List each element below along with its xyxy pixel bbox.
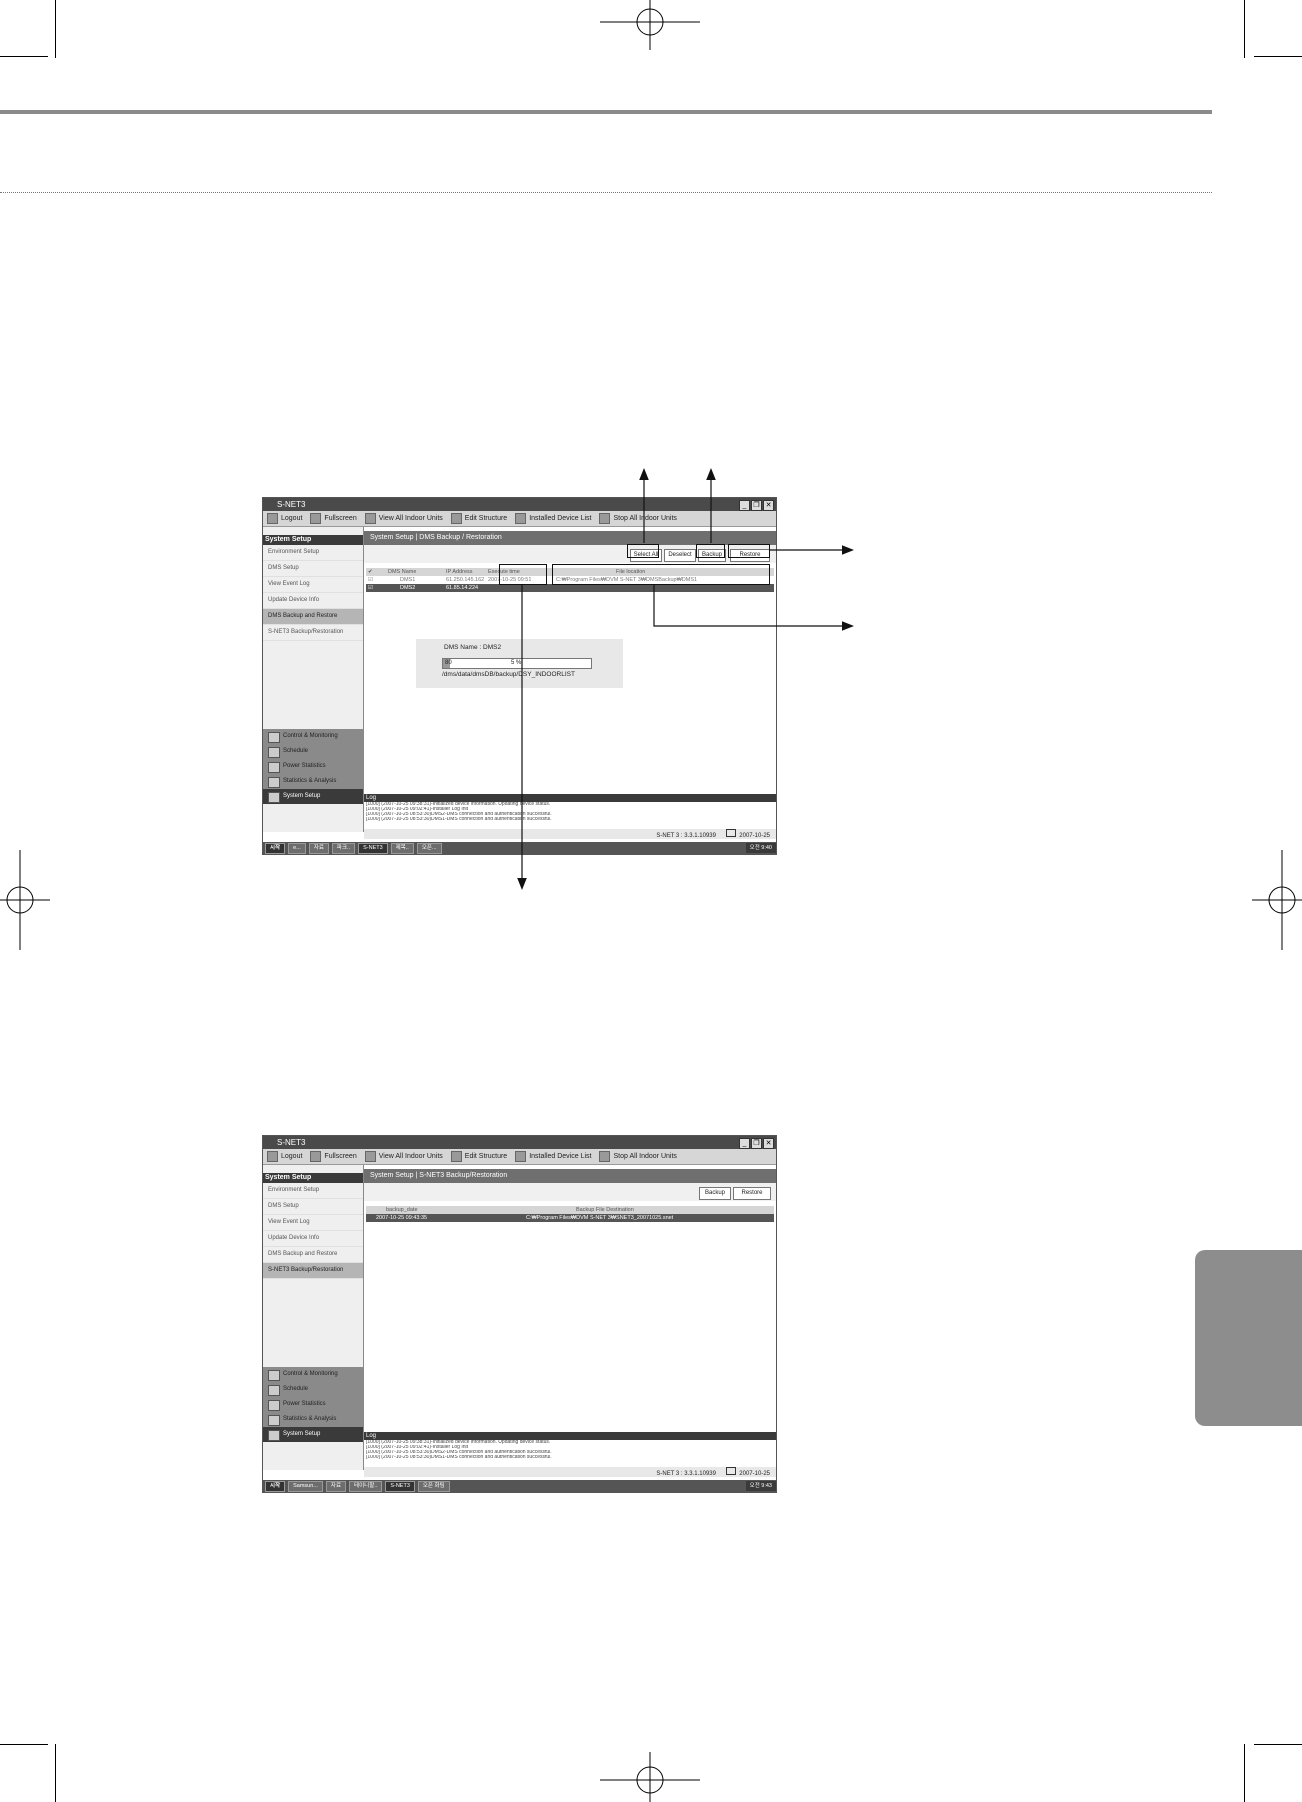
crop-mark [1254, 1744, 1302, 1745]
nav-label: Control & Monitoring [283, 1371, 338, 1377]
registration-mark-bottom [600, 1752, 700, 1802]
stop-all-label: Stop All Indoor Units [613, 1153, 677, 1160]
system-clock: 오전 9:43 [745, 1481, 776, 1491]
chapter-side-tab [1195, 1250, 1302, 1426]
nav-label: Power Statistics [283, 1401, 326, 1407]
sidebar-item-snet3-backup[interactable]: S-NET3 Backup/Restoration [263, 1263, 363, 1279]
sidebar-item-environment-setup[interactable]: Environment Setup [263, 1183, 363, 1199]
nav-system-setup[interactable]: System Setup [263, 1427, 363, 1442]
device-list-icon [515, 1151, 527, 1162]
nav-label: Statistics & Analysis [283, 1416, 337, 1422]
breadcrumb: System Setup | S-NET3 Backup/Restoration [364, 1169, 776, 1183]
row-backup-destination: C:₩Program Files₩DVM S-NET 3₩SNET3_20071… [526, 1215, 674, 1221]
logout-label: Logout [281, 1153, 303, 1160]
callout-arrows [517, 468, 854, 890]
crop-mark [0, 1744, 48, 1745]
crop-mark [55, 1744, 56, 1802]
sidebar: System Setup Environment Setup DMS Setup… [263, 1165, 364, 1470]
edit-structure-button[interactable]: Edit Structure [447, 1149, 511, 1164]
stop-all-indoor-units-button[interactable]: Stop All Indoor Units [595, 1149, 680, 1164]
nav-label: System Setup [283, 1431, 321, 1437]
logout-button[interactable]: Logout [263, 1149, 306, 1164]
table-header: backup_date Backup File Destination [366, 1206, 774, 1214]
col-backup-destination: Backup File Destination [576, 1207, 634, 1213]
nav-control-monitoring[interactable]: Control & Monitoring [263, 1367, 363, 1382]
monitor-icon [268, 1370, 280, 1381]
fullscreen-icon [310, 1151, 322, 1162]
nav-schedule[interactable]: Schedule [263, 1382, 363, 1397]
installed-device-list-button[interactable]: Installed Device List [511, 1149, 595, 1164]
status-date: 2007-10-25 [739, 1471, 770, 1477]
edit-icon [450, 1151, 462, 1162]
action-button-row: Backup Restore [364, 1183, 776, 1201]
calendar-icon [725, 1467, 736, 1475]
nav-statistics-analysis[interactable]: Statistics & Analysis [263, 1412, 363, 1427]
start-button[interactable]: 시작 [265, 1480, 286, 1492]
indoor-units-icon [364, 1151, 376, 1162]
crop-mark [1244, 1744, 1245, 1802]
minimize-icon[interactable]: _ [739, 1138, 750, 1149]
calendar-icon [268, 1385, 280, 1396]
sidebar-item-dms-setup[interactable]: DMS Setup [263, 1199, 363, 1215]
table-row[interactable]: 2007-10-25 09:43:35 C:₩Program Files₩DVM… [366, 1214, 774, 1222]
device-list-label: Installed Device List [529, 1153, 592, 1160]
row-backup-date: 2007-10-25 09:43:35 [376, 1215, 428, 1221]
restore-button[interactable]: Restore [733, 1187, 771, 1200]
stop-icon [599, 1151, 611, 1162]
main-panel: System Setup | S-NET3 Backup/Restoration… [364, 1165, 776, 1434]
main-toolbar: Logout Fullscreen View All Indoor Units … [263, 1149, 776, 1165]
sidebar-item-update-device-info[interactable]: Update Device Info [263, 1231, 363, 1247]
close-icon[interactable]: ✕ [763, 1138, 774, 1149]
backup-button[interactable]: Backup [699, 1187, 731, 1200]
power-icon [268, 1400, 280, 1411]
gear-icon [268, 1430, 280, 1441]
logout-icon [267, 1151, 278, 1162]
taskbar-item[interactable]: 테이니할.. [349, 1480, 383, 1492]
taskbar: 시작 Samsun... 자료 테이니할.. S-NET3 오픈 화팀 오전 9… [263, 1480, 776, 1492]
log-line: [1000] (2007-10-25 08:53:30)DMS1-DMS con… [366, 1455, 552, 1460]
taskbar-item[interactable]: 오픈 화팀 [417, 1480, 450, 1492]
nav-label: Schedule [283, 1386, 309, 1392]
taskbar-item[interactable]: S-NET3 [385, 1480, 415, 1492]
sidebar-item-view-event-log[interactable]: View Event Log [263, 1215, 363, 1231]
fullscreen-label: Fullscreen [324, 1153, 357, 1160]
view-all-indoor-units-button[interactable]: View All Indoor Units [361, 1149, 447, 1164]
nav-power-statistics[interactable]: Power Statistics [263, 1397, 363, 1412]
version-text: S-NET 3 : 3.3.1.10939 [656, 1471, 716, 1477]
taskbar-item[interactable]: 자료 [325, 1480, 347, 1492]
fullscreen-button[interactable]: Fullscreen [306, 1149, 360, 1164]
sidebar-nav: Control & Monitoring Schedule Power Stat… [263, 1367, 363, 1442]
sidebar-item-dms-backup[interactable]: DMS Backup and Restore [263, 1247, 363, 1263]
taskbar-item[interactable]: Samsun... [288, 1480, 323, 1492]
chart-icon [268, 1415, 280, 1426]
window-title: S-NET3 [263, 1136, 776, 1149]
view-all-label: View All Indoor Units [378, 1153, 443, 1160]
edit-structure-label: Edit Structure [464, 1153, 508, 1160]
status-bar: S-NET 3 : 3.3.1.10939 2007-10-25 [364, 1467, 776, 1477]
snet3-window-snet3-backup: S-NET3 _ ❐ ✕ Logout Fullscreen View All … [262, 1135, 777, 1493]
sidebar-heading: System Setup [263, 1173, 363, 1183]
col-backup-date: backup_date [386, 1207, 418, 1213]
restore-icon[interactable]: ❐ [751, 1138, 762, 1149]
log-heading: Log [364, 1432, 776, 1440]
